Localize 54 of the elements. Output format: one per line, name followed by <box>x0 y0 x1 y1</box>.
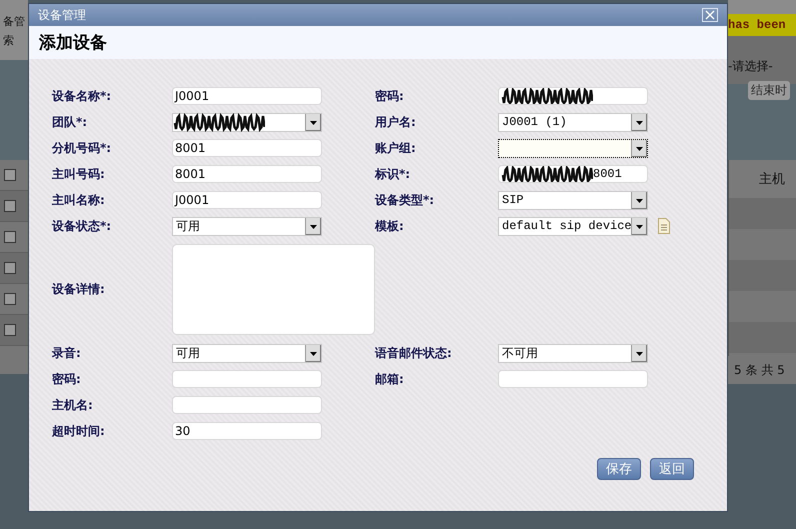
close-button[interactable] <box>702 8 718 22</box>
filter-dropdown[interactable]: -请选择- <box>728 58 796 75</box>
text-field[interactable] <box>498 87 648 105</box>
field-label: 账户组: <box>375 140 417 156</box>
text-field[interactable] <box>172 370 322 388</box>
field-label: 设备名称*: <box>52 88 112 104</box>
text-field[interactable] <box>498 370 648 388</box>
dropdown[interactable]: 不可用 <box>498 344 648 362</box>
field-label: 分机号码*: <box>52 140 112 156</box>
field-label: 团队*: <box>52 114 88 130</box>
dropdown[interactable]: 可用 <box>172 344 322 362</box>
row-checkbox[interactable] <box>4 231 16 243</box>
text-field[interactable]: 8001 <box>498 165 648 183</box>
dialog-heading: 添加设备 <box>39 32 107 54</box>
dropdown[interactable] <box>498 138 648 158</box>
row-checkbox[interactable] <box>4 169 16 181</box>
row-checkbox[interactable] <box>4 200 16 212</box>
window-title: 设备管理 <box>38 6 86 24</box>
field-label: 设备类型*: <box>375 192 436 208</box>
text-field[interactable]: 30 <box>172 422 322 440</box>
field-label: 设备状态*: <box>52 218 112 234</box>
field-label: 用户名: <box>375 114 417 130</box>
field-label: 设备详情: <box>52 281 106 298</box>
field-label: 邮箱: <box>375 370 405 388</box>
field-label: 主叫号码: <box>52 166 106 182</box>
dropdown[interactable]: SIP <box>498 190 648 210</box>
close-icon <box>705 10 715 20</box>
dropdown[interactable]: default sip device <box>498 216 648 236</box>
field-label: 标识*: <box>375 166 412 182</box>
field-label: 主叫名称: <box>52 192 106 208</box>
field-label: 超时时间: <box>52 422 106 440</box>
field-label: 密码: <box>375 88 405 104</box>
field-label: 录音: <box>52 344 82 362</box>
field-label: 主机名: <box>52 396 94 414</box>
text-field[interactable]: J0001 <box>172 191 322 209</box>
text-field[interactable]: 8001 <box>172 165 322 183</box>
dropdown[interactable]: J0001 (1) <box>498 112 648 132</box>
end-time-field[interactable]: 结束时 <box>748 81 790 100</box>
column-header: 主机 <box>759 171 785 188</box>
dropdown[interactable]: 可用 <box>172 216 322 236</box>
document-icon[interactable] <box>658 218 670 234</box>
text-field[interactable]: 8001 <box>172 139 322 157</box>
row-checkbox[interactable] <box>4 262 16 274</box>
row-checkbox[interactable] <box>4 293 16 305</box>
field-label: 模板: <box>375 218 405 234</box>
pager-text: 5 条 共 5 <box>734 362 785 378</box>
page-text: 备管 <box>2 14 26 29</box>
text-field[interactable] <box>172 396 322 414</box>
row-checkbox[interactable] <box>4 324 16 336</box>
text-field[interactable]: J0001 <box>172 87 322 105</box>
notice-bar: has been <box>728 14 796 36</box>
field-label: 语音邮件状态: <box>375 344 453 362</box>
page-text: 索 <box>2 33 15 48</box>
field-label: 密码: <box>52 370 82 388</box>
